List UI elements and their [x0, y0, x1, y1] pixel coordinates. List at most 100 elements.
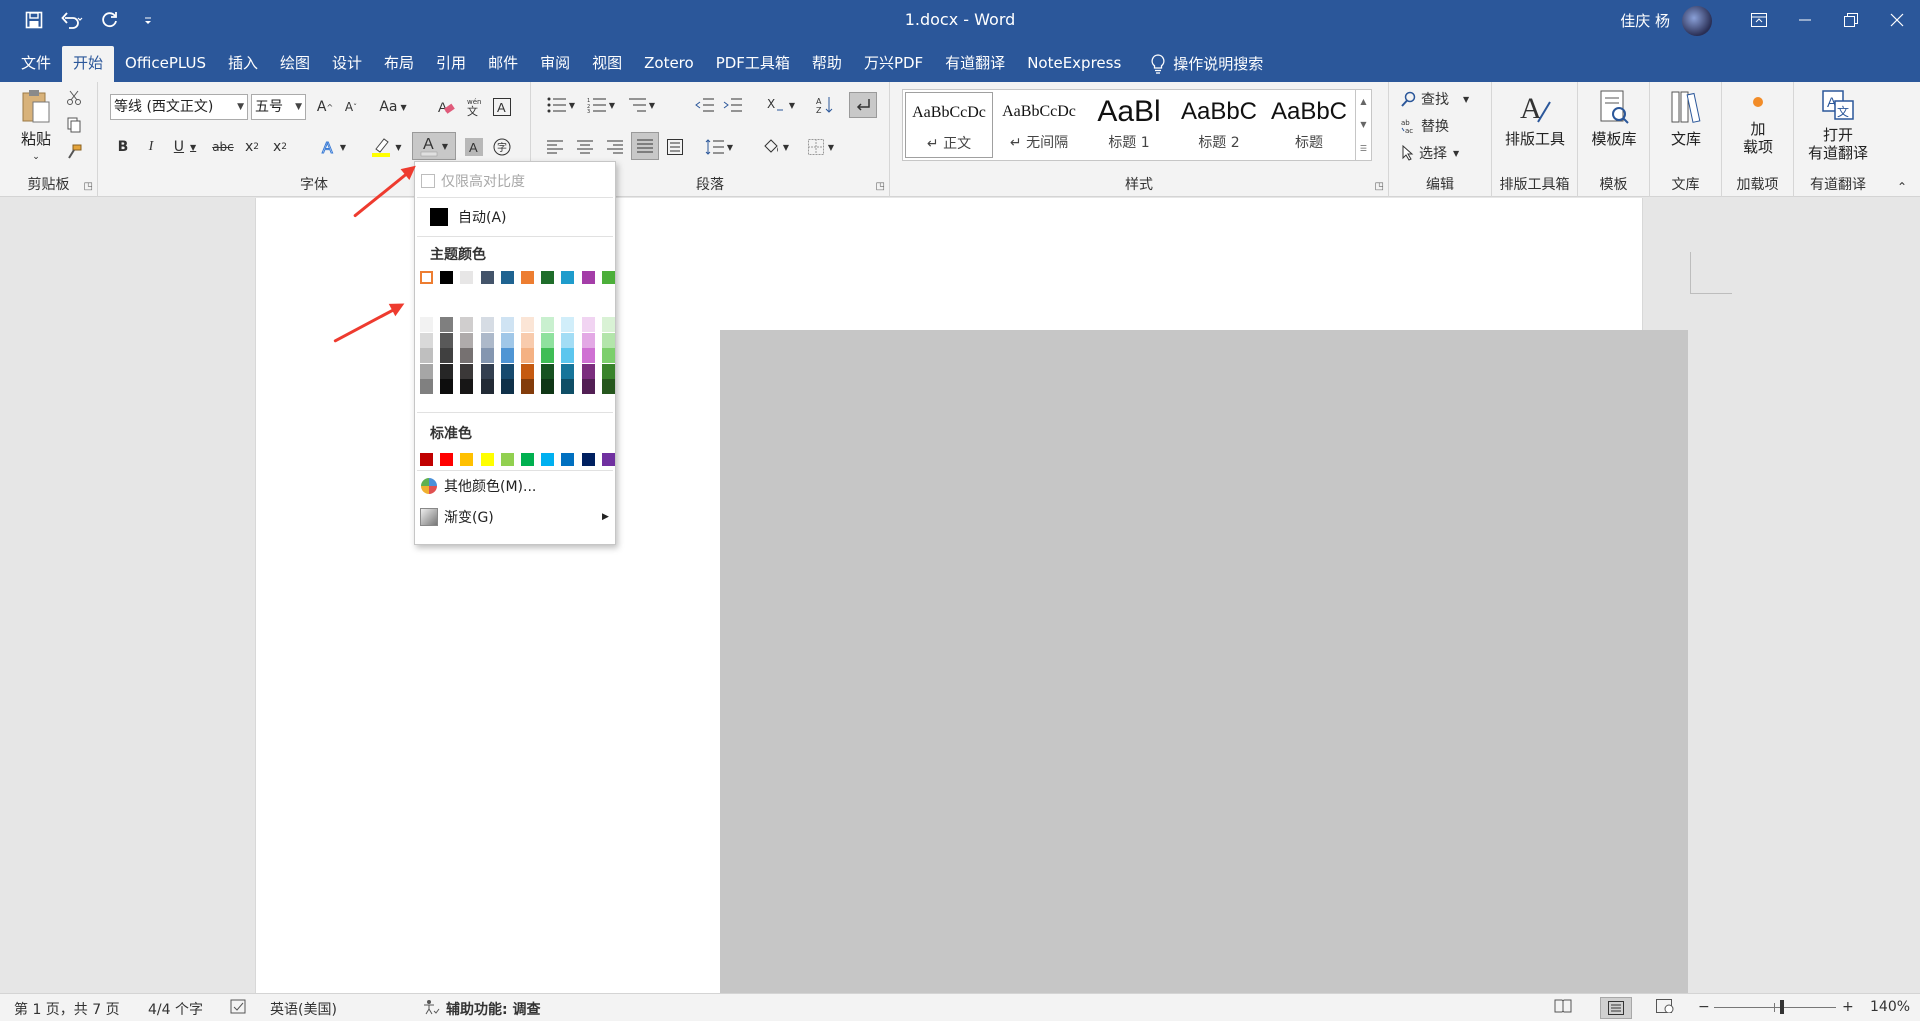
library-button[interactable]: 文库 — [1650, 88, 1722, 148]
theme-shade-swatch[interactable] — [480, 332, 494, 348]
theme-shade-swatch[interactable] — [420, 332, 433, 348]
theme-shade-swatch[interactable] — [521, 348, 534, 363]
chinese-layout-icon[interactable]: X ▼ — [761, 94, 801, 116]
addins-button[interactable]: 加 载项 — [1722, 88, 1794, 156]
theme-shade-swatch[interactable] — [541, 332, 555, 348]
italic-icon[interactable]: I — [140, 136, 162, 158]
theme-color-swatch[interactable] — [601, 271, 615, 284]
align-center-icon[interactable] — [573, 136, 597, 158]
standard-color-swatch[interactable] — [601, 453, 615, 466]
theme-shade-swatch[interactable] — [521, 379, 534, 394]
tab-officeplus[interactable]: OfficePLUS — [114, 46, 217, 82]
zoom-slider-thumb[interactable] — [1780, 1000, 1784, 1014]
style-heading-2[interactable]: AaBbC 标题 2 — [1175, 92, 1263, 158]
theme-shade-swatch[interactable] — [541, 363, 555, 379]
standard-color-swatch[interactable] — [521, 453, 534, 466]
language[interactable]: 英语(美国) — [270, 999, 337, 1019]
line-spacing-icon[interactable]: ▼ — [699, 136, 739, 158]
phonetic-guide-icon[interactable]: wén 文 — [463, 96, 485, 118]
scroll-up-icon[interactable]: ▲ — [1360, 97, 1366, 106]
theme-shade-swatch[interactable] — [500, 379, 514, 394]
zoom-level[interactable]: 140% — [1870, 999, 1910, 1015]
theme-shade-swatch[interactable] — [460, 317, 474, 332]
theme-shade-swatch[interactable] — [420, 363, 433, 379]
theme-color-swatch[interactable] — [420, 271, 433, 284]
tab-layout[interactable]: 布局 — [373, 46, 425, 82]
theme-shade-swatch[interactable] — [500, 363, 514, 379]
copy-icon[interactable] — [64, 115, 84, 135]
tab-mailings[interactable]: 邮件 — [477, 46, 529, 82]
show-hide-marks-icon[interactable] — [849, 92, 877, 118]
theme-shade-swatch[interactable] — [561, 379, 575, 394]
tab-review[interactable]: 审阅 — [529, 46, 581, 82]
theme-shade-swatch[interactable] — [521, 317, 534, 332]
tab-help[interactable]: 帮助 — [801, 46, 853, 82]
collapse-ribbon-icon[interactable]: ⌃ — [1894, 180, 1910, 194]
theme-shade-swatch[interactable] — [601, 379, 615, 394]
theme-shade-swatch[interactable] — [440, 317, 454, 332]
standard-color-swatch[interactable] — [420, 453, 433, 466]
tab-zotero[interactable]: Zotero — [633, 46, 705, 82]
increase-indent-icon[interactable] — [721, 94, 745, 116]
page-count[interactable]: 第 1 页，共 7 页 — [14, 999, 120, 1019]
theme-shade-swatch[interactable] — [480, 379, 494, 394]
style-normal[interactable]: AaBbCcDc ↵ 正文 — [905, 92, 993, 158]
save-icon[interactable] — [22, 8, 46, 32]
strikethrough-icon[interactable]: abc — [210, 136, 236, 158]
standard-color-swatch[interactable] — [561, 453, 575, 466]
shading-icon[interactable]: ▼ — [755, 136, 795, 158]
font-name-box[interactable]: 等线 (西文正文) ▼ — [110, 94, 248, 120]
theme-color-swatch[interactable] — [521, 271, 534, 284]
dialog-launcher-icon[interactable]: ◳ — [1375, 181, 1384, 192]
theme-shade-swatch[interactable] — [581, 317, 595, 332]
theme-shade-swatch[interactable] — [480, 348, 494, 363]
character-shading-icon[interactable]: A — [463, 136, 485, 158]
align-right-icon[interactable] — [603, 136, 627, 158]
theme-color-swatch[interactable] — [541, 271, 555, 284]
dialog-launcher-icon[interactable]: ◳ — [84, 181, 93, 192]
multilevel-list-icon[interactable]: ▼ — [623, 94, 659, 116]
open-youdao-button[interactable]: A文 打开 有道翻译 — [1794, 88, 1882, 162]
tab-pdf-toolbox[interactable]: PDF工具箱 — [705, 46, 801, 82]
tab-insert[interactable]: 插入 — [217, 46, 269, 82]
align-left-icon[interactable] — [543, 136, 567, 158]
restore-icon[interactable] — [1828, 0, 1874, 40]
theme-color-swatch[interactable] — [561, 271, 575, 284]
user-name[interactable]: 佳庆 杨 — [1620, 10, 1670, 31]
close-icon[interactable] — [1874, 0, 1920, 40]
theme-shade-swatch[interactable] — [601, 317, 615, 332]
bullets-icon[interactable]: ▼ — [543, 94, 579, 116]
avatar[interactable] — [1682, 6, 1712, 36]
borders-icon[interactable]: ▼ — [801, 136, 841, 158]
standard-color-swatch[interactable] — [581, 453, 595, 466]
minimize-icon[interactable] — [1782, 0, 1828, 40]
numbering-icon[interactable]: 1 2 3 ▼ — [583, 94, 619, 116]
tab-references[interactable]: 引用 — [425, 46, 477, 82]
sort-icon[interactable]: AZ — [813, 94, 837, 116]
scroll-down-icon[interactable]: ▼ — [1360, 120, 1366, 129]
theme-shade-swatch[interactable] — [601, 363, 615, 379]
theme-shade-swatch[interactable] — [500, 317, 514, 332]
theme-shade-swatch[interactable] — [541, 348, 555, 363]
theme-shade-swatch[interactable] — [440, 363, 454, 379]
superscript-icon[interactable]: x2 — [268, 136, 292, 158]
format-painter-icon[interactable] — [64, 142, 84, 162]
theme-shade-swatch[interactable] — [601, 332, 615, 348]
tab-design[interactable]: 设计 — [321, 46, 373, 82]
tab-draw[interactable]: 绘图 — [269, 46, 321, 82]
select-button[interactable]: 选择 ▼ — [1401, 142, 1459, 164]
tab-youdao[interactable]: 有道翻译 — [934, 46, 1016, 82]
ribbon-display-options-icon[interactable] — [1736, 0, 1782, 40]
selected-content-block[interactable] — [720, 330, 1688, 993]
proofing-icon[interactable] — [230, 999, 248, 1019]
theme-shade-swatch[interactable] — [460, 348, 474, 363]
theme-shade-swatch[interactable] — [561, 363, 575, 379]
enclose-characters-icon[interactable]: 字 — [491, 136, 513, 158]
styles-gallery-scroll[interactable]: ▲ ▼ ☰ — [1355, 90, 1371, 160]
bold-icon[interactable]: B — [112, 136, 134, 158]
underline-icon[interactable]: U ▼ — [168, 136, 202, 158]
zoom-slider[interactable] — [1714, 1007, 1836, 1008]
style-no-spacing[interactable]: AaBbCcDc ↵ 无间隔 — [995, 92, 1083, 158]
tab-home[interactable]: 开始 — [62, 46, 115, 82]
theme-shade-swatch[interactable] — [541, 379, 555, 394]
